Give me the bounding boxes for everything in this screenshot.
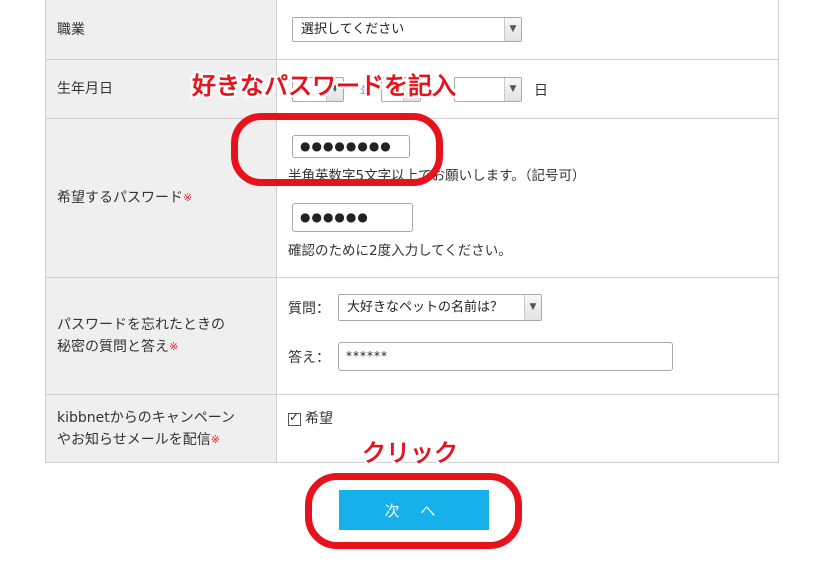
required-mark: ※ (183, 191, 193, 204)
secret-label-line1: パスワードを忘れたときの (57, 317, 225, 333)
secret-question-select[interactable]: 大好きなペットの名前は？ ▼ (338, 294, 542, 321)
row-secret-question: パスワードを忘れたときの 秘密の質問と答え※ 質問： 大好きなペットの名前は？ … (45, 277, 779, 395)
chevron-down-icon: ▼ (504, 18, 521, 41)
check-icon: ✓ (289, 409, 300, 424)
occupation-label: 職業 (45, 0, 277, 60)
password-annotation-text: 好きなパスワードを記入 (192, 72, 456, 100)
password-label-text: 希望するパスワード (57, 190, 183, 206)
secret-question-label: パスワードを忘れたときの 秘密の質問と答え※ (45, 277, 277, 395)
occupation-select-value: 選択してください (301, 22, 405, 37)
click-annotation-text: クリック (362, 439, 458, 467)
newsletter-checkbox[interactable]: ✓ (288, 409, 301, 426)
password-confirm-input[interactable]: ●●●●●● (292, 203, 413, 232)
secret-question-value: 大好きなペットの名前は？ (347, 300, 504, 315)
required-mark: ※ (169, 340, 179, 353)
next-button[interactable]: 次 へ (339, 490, 489, 530)
secret-label-line2: 秘密の質問と答え (57, 339, 169, 355)
required-mark: ※ (210, 432, 220, 446)
answer-label: 答え： (288, 350, 330, 366)
password-confirm-hint: 確認のために2度入力してください。 (288, 243, 512, 259)
secret-answer-input[interactable]: ****** (338, 342, 673, 371)
question-label: 質問： (288, 301, 330, 317)
birth-day-suffix: 日 (534, 83, 548, 99)
newsletter-label-line2: やお知らせメールを配信 (57, 431, 211, 448)
newsletter-checkbox-label: 希望 (305, 411, 333, 427)
occupation-select[interactable]: 選択してください ▼ (292, 17, 522, 42)
newsletter-label-line1: kibbnetからのキャンペーン (57, 409, 236, 426)
row-occupation: 職業 選択してください ▼ (45, 0, 779, 60)
newsletter-label: kibbnetからのキャンペーン やお知らせメールを配信※ (45, 394, 277, 463)
birth-day-select[interactable]: ▼ (454, 77, 522, 102)
password-highlight-ring (231, 113, 443, 186)
chevron-down-icon: ▼ (524, 295, 541, 320)
chevron-down-icon: ▼ (504, 78, 521, 101)
